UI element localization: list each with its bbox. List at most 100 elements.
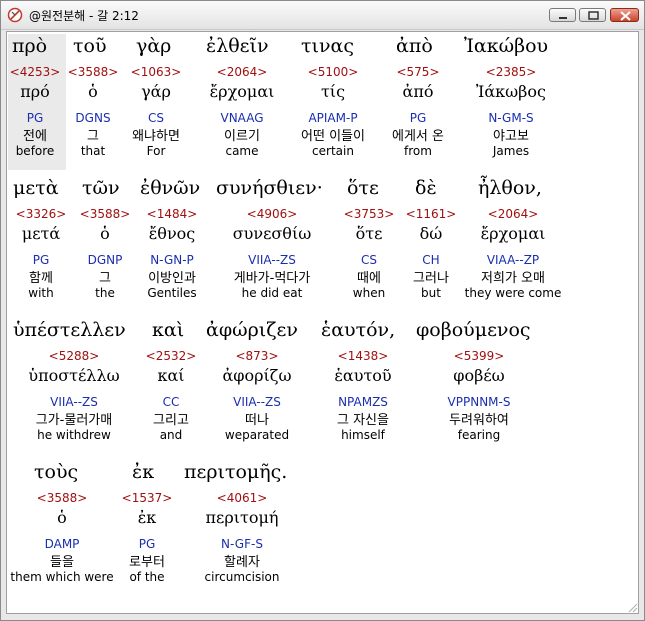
greek-word[interactable]: τινας: [301, 35, 354, 57]
english-gloss: of the: [129, 570, 165, 584]
word-cell[interactable]: <2532> καί CC 그리고 and: [141, 349, 201, 442]
strong-number[interactable]: <3588>: [65, 65, 121, 79]
lemma: ὁ: [88, 82, 98, 101]
strong-number[interactable]: <3326>: [7, 207, 75, 221]
close-button[interactable]: [610, 8, 639, 22]
word-cell[interactable]: <3326> μετά PG 함께 with: [7, 207, 75, 300]
greek-word[interactable]: φοβούμενος: [416, 319, 531, 341]
parsing-code: VPPNNM-S: [447, 395, 511, 409]
strong-number[interactable]: <873>: [205, 349, 309, 363]
greek-word[interactable]: ἦλθον,: [478, 177, 542, 199]
english-gloss: when: [352, 286, 386, 300]
korean-gloss: 에게서 온: [392, 129, 444, 144]
strong-number[interactable]: <2532>: [141, 349, 201, 363]
korean-gloss: 두려워하여: [449, 413, 509, 428]
strong-number[interactable]: <5288>: [7, 349, 141, 363]
korean-gloss: 할례자: [224, 555, 260, 570]
strong-number[interactable]: <3753>: [337, 207, 401, 221]
strong-number[interactable]: <1063>: [121, 65, 191, 79]
word-cell[interactable]: <4253> πρό PG 전에 before: [7, 65, 63, 158]
english-gloss: For: [146, 144, 166, 158]
strong-number[interactable]: <2385>: [459, 65, 563, 79]
greek-word[interactable]: ἀφώριζεν: [206, 319, 298, 341]
strong-number[interactable]: <5399>: [417, 349, 541, 363]
strong-number[interactable]: <2064>: [197, 65, 287, 79]
interlinear-panel[interactable]: πρὸ τοῦ γὰρ ἐλθεῖν τινας ἀπὸ Ἰακώβου <42…: [6, 31, 639, 614]
greek-word[interactable]: γὰρ: [136, 35, 171, 57]
greek-word[interactable]: τοὺς: [34, 461, 78, 483]
greek-word[interactable]: ἐλθεῖν: [206, 35, 269, 57]
strong-number[interactable]: <1537>: [117, 491, 177, 505]
greek-word[interactable]: ἐθνῶν: [140, 177, 200, 199]
word-cell[interactable]: <3588> ὁ DGNS 그 that: [65, 65, 121, 158]
word-cell[interactable]: <5288> ὑποστέλλω VIIA--ZS 그가-물러가매 he wit…: [7, 349, 141, 442]
strong-number[interactable]: <4253>: [7, 65, 63, 79]
strong-number[interactable]: <1484>: [135, 207, 209, 221]
word-cell[interactable]: <3753> ὅτε CS 때에 when: [337, 207, 401, 300]
word-cell[interactable]: <873> ἀφορίζω VIIA--ZS 떠나 weparated: [205, 349, 309, 442]
english-gloss: that: [80, 144, 106, 158]
word-cell[interactable]: <1161> δώ CH 그러나 but: [401, 207, 461, 300]
greek-word[interactable]: πρὸ: [12, 35, 47, 57]
strong-number[interactable]: <3588>: [7, 491, 117, 505]
korean-gloss: 때에: [357, 271, 381, 286]
parsing-code: DGNS: [75, 111, 111, 125]
word-cell[interactable]: <5399> φοβέω VPPNNM-S 두려워하여 fearing: [417, 349, 541, 442]
word-cell[interactable]: <2064> ἔρχομαι VNAAG 이르기 came: [197, 65, 287, 158]
greek-word[interactable]: ὑπέστελλεν: [13, 319, 126, 341]
word-cell[interactable]: <2385> Ἰάκωβος N-GM-S 야고보 James: [459, 65, 563, 158]
strong-number[interactable]: <2064>: [461, 207, 565, 221]
parsing-code: PG: [32, 253, 50, 267]
app-icon: [7, 7, 23, 23]
word-cell[interactable]: <4906> συνεσθίω VIIA--ZS 게바가-먹다가 he did …: [213, 207, 331, 300]
word-cell[interactable]: <1537> ἐκ PG 로부터 of the: [117, 491, 177, 584]
english-gloss: with: [28, 286, 54, 300]
strong-number[interactable]: <1161>: [401, 207, 461, 221]
greek-word[interactable]: ὅτε: [347, 177, 379, 199]
lemma: περιτομή: [205, 508, 279, 527]
greek-word[interactable]: δὲ: [415, 177, 437, 199]
greek-word[interactable]: τῶν: [82, 177, 120, 199]
maximize-button[interactable]: [579, 8, 606, 22]
english-gloss: he withdrew: [37, 428, 111, 442]
app-window: @원전분해 - 갈 2:12 πρὸ τοῦ γὰρ ἐλθεῖν τινας …: [0, 0, 645, 621]
word-cell[interactable]: <3588> ὁ DAMP 들을 them which were: [7, 491, 117, 584]
word-cell[interactable]: <1484> ἔθνος N-GN-P 이방인과 Gentiles: [135, 207, 209, 300]
strong-number[interactable]: <5100>: [287, 65, 379, 79]
greek-word[interactable]: ἑαυτόν,: [321, 319, 395, 341]
strong-number[interactable]: <4061>: [183, 491, 301, 505]
minimize-icon: [559, 17, 567, 19]
strong-number[interactable]: <575>: [373, 65, 463, 79]
resize-grip-icon[interactable]: [626, 601, 638, 613]
english-gloss: he did eat: [241, 286, 303, 300]
word-cell[interactable]: <4061> περιτομή N-GF-S 할례자 circumcision: [183, 491, 301, 584]
lemma: καί: [157, 366, 185, 385]
greek-word[interactable]: μετὰ: [13, 177, 59, 199]
greek-word[interactable]: συνήσθιεν·: [216, 177, 323, 199]
strong-number[interactable]: <3588>: [75, 207, 135, 221]
greek-word[interactable]: ἐκ: [132, 461, 154, 483]
word-cell[interactable]: <575> ἀπό PG 에게서 온 from: [373, 65, 463, 158]
greek-word[interactable]: Ἰακώβου: [464, 35, 548, 57]
korean-gloss: 이방인과: [148, 271, 196, 286]
english-gloss: came: [225, 144, 259, 158]
word-cell[interactable]: <2064> ἔρχομαι VIAA--ZP 저희가 오매 they were…: [461, 207, 565, 300]
parsing-code: DAMP: [44, 537, 80, 551]
greek-word[interactable]: καὶ: [152, 319, 184, 341]
strong-number[interactable]: <4906>: [213, 207, 331, 221]
word-cell[interactable]: <1063> γάρ CS 왜냐하면 For: [121, 65, 191, 158]
parsing-code: N-GF-S: [221, 537, 263, 551]
word-cell[interactable]: <5100> τίς APIAM-P 어떤 이들이 certain: [287, 65, 379, 158]
minimize-button[interactable]: [549, 8, 576, 22]
word-cell[interactable]: <3588> ὁ DGNP 그 the: [75, 207, 135, 300]
window-title: @원전분해 - 갈 2:12: [29, 9, 139, 23]
english-gloss: circumcision: [204, 570, 280, 584]
title-bar[interactable]: @원전분해 - 갈 2:12: [1, 1, 644, 30]
parsing-code: VIIA--ZS: [233, 395, 281, 409]
greek-word[interactable]: τοῦ: [73, 35, 107, 57]
greek-word[interactable]: περιτομῆς.: [184, 461, 287, 483]
lemma: φοβέω: [453, 366, 505, 385]
word-cell[interactable]: <1438> ἑαυτοῦ NPAMZS 그 자신을 himself: [313, 349, 413, 442]
greek-word[interactable]: ἀπὸ: [396, 35, 433, 57]
strong-number[interactable]: <1438>: [313, 349, 413, 363]
